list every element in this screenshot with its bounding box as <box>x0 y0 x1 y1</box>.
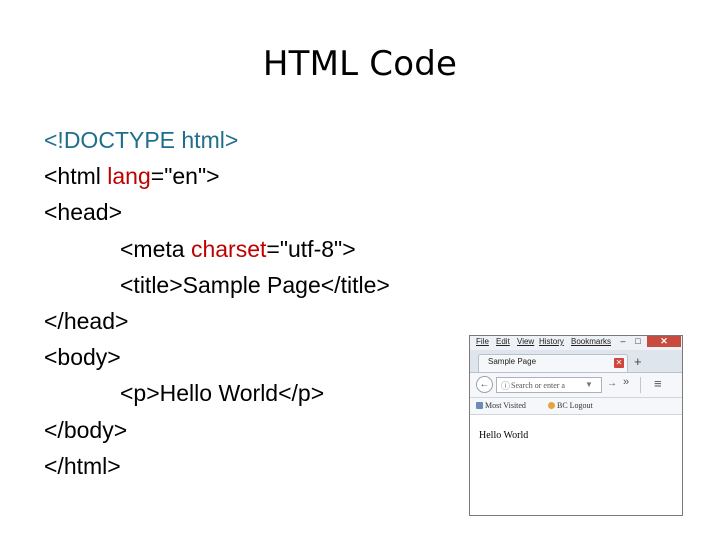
go-arrow-icon[interactable]: → <box>607 378 617 389</box>
menu-bookmarks[interactable]: Bookmarks <box>571 337 611 346</box>
code-line-doctype: <!DOCTYPE html> <box>44 127 239 153</box>
bookmark-most-visited[interactable]: Most Visited <box>476 401 526 410</box>
url-input[interactable] <box>511 378 583 392</box>
overflow-chevron-icon[interactable]: » <box>623 376 629 388</box>
info-icon[interactable]: ⓘ <box>501 379 510 392</box>
code-line-title: <title>Sample Page</title> <box>120 271 390 298</box>
code-line-paragraph: <p>Hello World</p> <box>120 380 325 407</box>
tab-sample-page[interactable]: Sample Page ✕ <box>478 354 628 372</box>
menu-view[interactable]: View <box>517 337 534 346</box>
code-line-html-close: </html> <box>44 452 121 479</box>
code-tag: <meta <box>120 235 191 262</box>
code-line-head-close: </head> <box>44 307 129 334</box>
bookmark-label: Most Visited <box>485 401 526 410</box>
page-icon <box>476 402 483 409</box>
code-line-meta: <meta charset="utf-8"> <box>44 231 390 267</box>
url-bar[interactable]: ⓘ ▼ <box>496 377 602 393</box>
tab-strip: Sample Page ✕ + <box>470 350 682 373</box>
browser-window: File Edit View History Bookmarks – □ ✕ S… <box>469 335 683 516</box>
code-value: ="utf-8"> <box>266 235 356 262</box>
code-line-html: <html lang="en"> <box>44 158 390 194</box>
navigation-bar: ← ⓘ ▼ → » ≡ <box>470 373 682 398</box>
code-attr: charset <box>190 235 267 262</box>
code-line-body-close: </body> <box>44 416 128 443</box>
bookmark-label: BC Logout <box>557 401 593 410</box>
code-tag: <html <box>44 163 108 190</box>
menu-history[interactable]: History <box>539 337 564 346</box>
maximize-button[interactable]: □ <box>631 336 645 347</box>
code-value: ="en"> <box>150 163 220 190</box>
tab-label: Sample Page <box>488 357 537 366</box>
menu-edit[interactable]: Edit <box>496 337 510 346</box>
page-text: Hello World <box>479 430 529 441</box>
code-attr: lang <box>107 163 151 190</box>
bookmarks-bar: Most Visited BC Logout <box>470 398 682 415</box>
bookmark-star-icon <box>548 402 555 409</box>
toolbar-divider <box>640 377 641 393</box>
slide-title: HTML Code <box>262 44 458 84</box>
code-block: <!DOCTYPE html> <html lang="en"> <head> … <box>44 122 390 484</box>
bookmark-bc-logout[interactable]: BC Logout <box>548 401 593 410</box>
new-tab-icon[interactable]: + <box>634 354 642 369</box>
minimize-button[interactable]: – <box>616 336 630 347</box>
code-line-head: <head> <box>44 199 123 226</box>
back-arrow-icon[interactable]: ← <box>476 376 493 393</box>
menu-bar: File Edit View History Bookmarks – □ ✕ <box>470 336 682 350</box>
tab-close-icon[interactable]: ✕ <box>614 358 624 368</box>
menu-file[interactable]: File <box>476 337 489 346</box>
close-window-button[interactable]: ✕ <box>647 336 681 347</box>
hamburger-menu-icon[interactable]: ≡ <box>654 376 662 391</box>
code-line-body: <body> <box>44 344 121 371</box>
dropdown-arrow-icon[interactable]: ▼ <box>585 380 593 389</box>
page-content: Hello World <box>470 415 682 515</box>
